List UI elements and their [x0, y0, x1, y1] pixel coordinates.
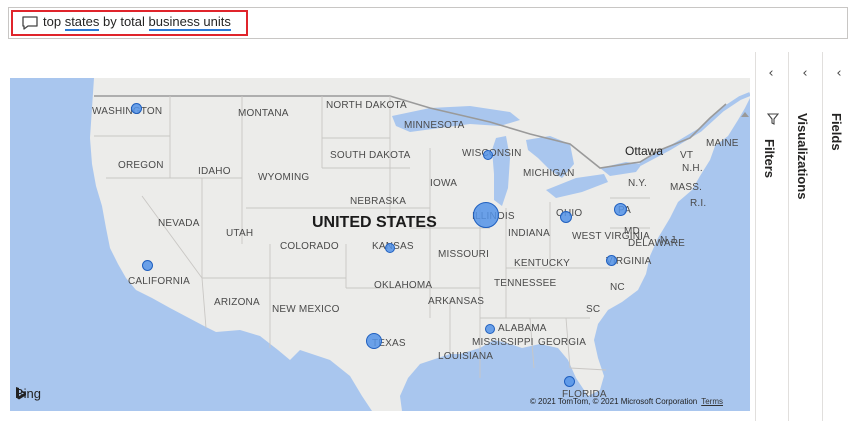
- query-word: top: [43, 14, 65, 29]
- query-word: by total: [99, 14, 149, 29]
- state-label: VT: [680, 150, 694, 161]
- state-label: R.I.: [690, 198, 707, 209]
- map-visual[interactable]: WASHINGTON MONTANA NORTH DAKOTA MINNESOT…: [10, 78, 750, 411]
- state-label: WYOMING: [258, 172, 310, 183]
- country-label: UNITED STATES: [312, 214, 437, 231]
- state-label: NORTH DAKOTA: [326, 100, 407, 111]
- state-label: IDAHO: [198, 166, 231, 177]
- state-label: MISSISSIPPI: [472, 337, 534, 348]
- visualizations-collapse-chevron-icon[interactable]: ‹: [798, 66, 812, 82]
- bubble-kansas[interactable]: [384, 242, 395, 253]
- bubble-virginia[interactable]: [606, 255, 617, 266]
- query-term-business-units: business units: [148, 14, 231, 31]
- state-label: MINNESOTA: [404, 120, 465, 131]
- scroll-up-arrow[interactable]: [741, 112, 749, 117]
- bing-logo: Bing: [15, 386, 41, 401]
- state-label: KENTUCKY: [514, 258, 571, 269]
- bubble-california[interactable]: [142, 260, 153, 271]
- state-label: WASHINGTON: [92, 106, 163, 117]
- state-label: SOUTH DAKOTA: [330, 150, 411, 161]
- copyright-text: © 2021 TomTom, © 2021 Microsoft Corporat…: [529, 397, 698, 406]
- bing-icon: [16, 387, 26, 400]
- state-label: ARKANSAS: [428, 296, 485, 307]
- state-label: N.H.: [682, 163, 703, 174]
- bubble-pennsylvania[interactable]: [614, 203, 627, 216]
- bubble-florida[interactable]: [564, 376, 575, 387]
- state-label: INDIANA: [508, 228, 550, 239]
- state-label: GEORGIA: [538, 337, 587, 348]
- state-label: TENNESSEE: [494, 278, 557, 289]
- state-label: UTAH: [226, 228, 254, 239]
- state-label: OREGON: [118, 160, 164, 171]
- state-label: LOUISIANA: [438, 351, 494, 362]
- bubble-wisconsin[interactable]: [482, 149, 493, 160]
- state-label: ARIZONA: [214, 297, 260, 308]
- state-label: SC: [586, 304, 601, 315]
- pane-divider: [788, 52, 789, 421]
- state-label: OKLAHOMA: [374, 280, 433, 291]
- state-label: MASS.: [670, 182, 703, 193]
- fields-pane-label[interactable]: Fields: [829, 113, 844, 151]
- bubble-texas[interactable]: [365, 332, 382, 349]
- filter-icon: [767, 113, 779, 125]
- bubble-washington[interactable]: [131, 103, 142, 114]
- state-label: NEBRASKA: [350, 196, 407, 207]
- state-label: MD: [624, 226, 640, 237]
- bubble-illinois[interactable]: [472, 201, 499, 228]
- state-label: MONTANA: [238, 108, 289, 119]
- state-label: NC: [610, 282, 625, 293]
- state-label: MICHIGAN: [523, 168, 575, 179]
- state-label: N.J.: [660, 235, 679, 246]
- state-label: MISSOURI: [438, 249, 490, 260]
- pane-divider: [822, 52, 823, 421]
- terms-link[interactable]: Terms: [701, 397, 723, 406]
- qa-question-bar[interactable]: top states by total business units: [8, 7, 848, 39]
- state-label: N.Y.: [628, 178, 647, 189]
- query-term-states: states: [64, 14, 100, 31]
- filters-pane-label[interactable]: Filters: [762, 139, 777, 178]
- state-label: IOWA: [430, 178, 458, 189]
- fields-collapse-chevron-icon[interactable]: ‹: [832, 66, 846, 82]
- city-label-ottawa: Ottawa: [625, 144, 664, 158]
- state-label: NEVADA: [158, 218, 200, 229]
- visualizations-pane-label[interactable]: Visualizations: [795, 113, 810, 199]
- map-copyright: © 2021 TomTom, © 2021 Microsoft Corporat…: [530, 397, 723, 406]
- bubble-ohio[interactable]: [559, 210, 572, 223]
- pane-divider: [755, 52, 756, 421]
- state-label: COLORADO: [280, 241, 339, 252]
- chat-bubble-icon: [22, 16, 38, 30]
- bubble-alabama[interactable]: [484, 323, 495, 334]
- state-label: ALABAMA: [498, 323, 547, 334]
- state-label: CALIFORNIA: [128, 276, 191, 287]
- state-label: NEW MEXICO: [272, 304, 340, 315]
- filters-collapse-chevron-icon[interactable]: ‹: [764, 66, 778, 82]
- state-label: MAINE: [706, 138, 739, 149]
- qa-query-text[interactable]: top states by total business units: [43, 14, 231, 31]
